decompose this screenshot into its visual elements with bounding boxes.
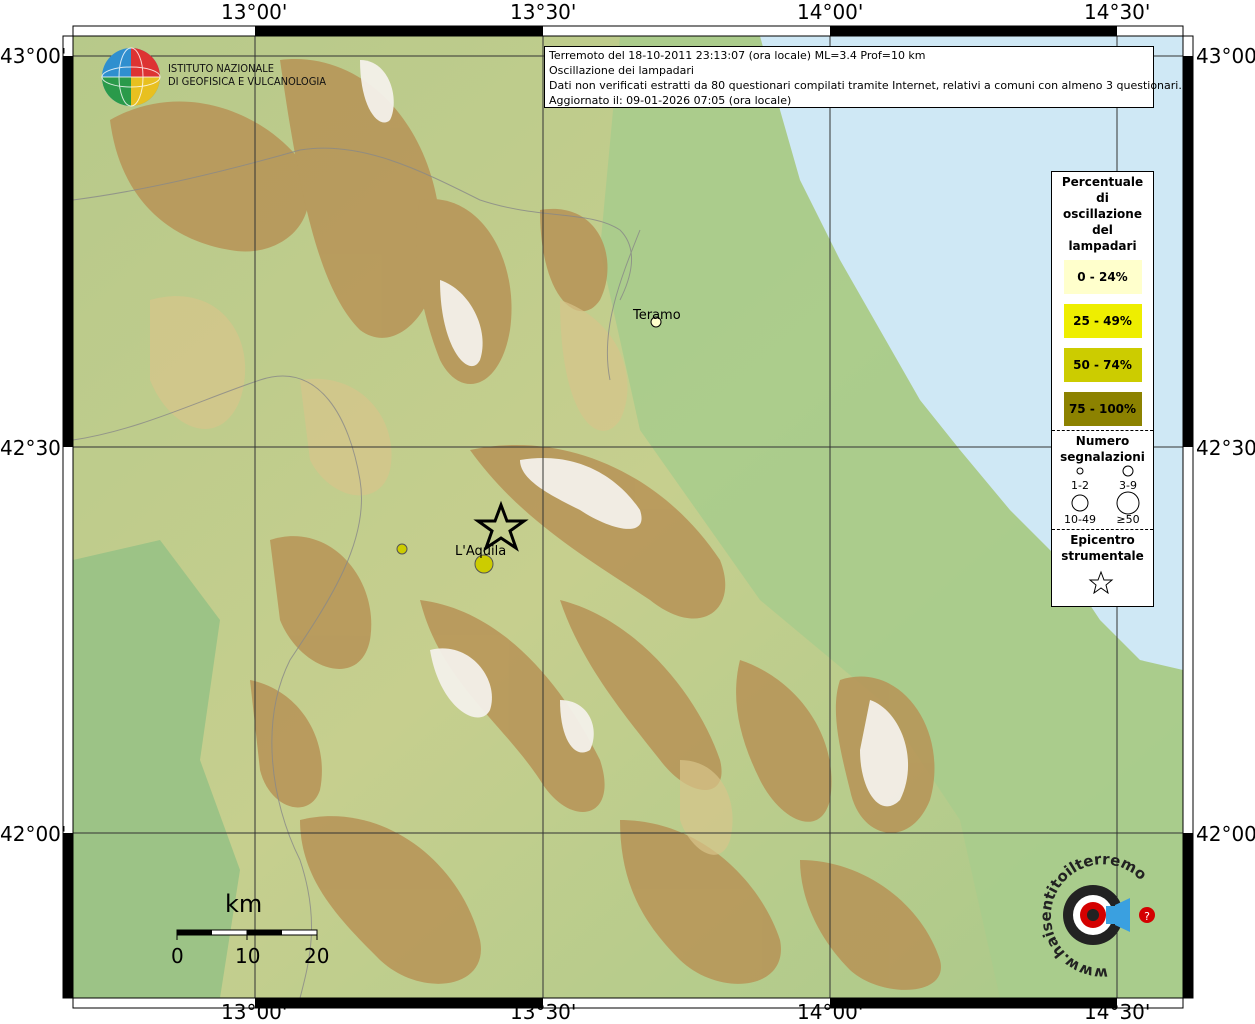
top-lon-label-4: 14°30' [1084,0,1151,24]
legend-class-25-49: 25 - 49% [1063,304,1142,338]
legend-title: Percentuale di oscillazione del lampadar… [1052,172,1153,254]
legend-count-10-49: 10-49 [1064,513,1096,526]
legend-class-75-100: 75 - 100% [1063,392,1142,426]
legend-count-title-line: segnalazioni [1060,450,1145,464]
legend-epicenter-title: Epicentro strumentale [1052,530,1153,564]
right-lat-label-3: 42°00' [1196,822,1255,846]
institute-line-2: DI GEOFISICA E VULCANOLOGIA [168,75,327,88]
institute-name: ISTITUTO NAZIONALE DI GEOFISICA E VULCAN… [168,62,326,88]
left-lat-label-1: 43°00' [0,44,67,68]
right-lat-label-1: 43°00' [1196,44,1255,68]
legend-class-0-24: 0 - 24% [1063,260,1142,294]
scale-tick-0: 0 [171,944,184,968]
legend-circle-50 [1116,491,1140,515]
legend-epicenter-line: Epicentro [1070,533,1135,547]
top-lon-label-1: 13°00' [221,0,288,24]
scale-tick-10: 10 [235,944,261,968]
bottom-lon-label-4: 14°30' [1084,1000,1151,1024]
legend-title-line: del [1092,223,1113,237]
legend-count-3-9: 3-9 [1119,479,1137,492]
report-marker-west [396,543,408,555]
scale-unit: km [225,890,263,918]
city-label-laquila: L'Aquila [455,544,507,559]
bottom-lon-label-1: 13°00' [221,1000,288,1024]
event-title: Terremoto del 18-10-2011 23:13:07 (ora l… [549,49,926,62]
legend-count-50: ≥50 [1116,513,1140,526]
legend-count-title: Numero segnalazioni [1052,431,1153,465]
legend-circle-10-49 [1071,494,1089,512]
svg-text:?: ? [1144,910,1150,923]
event-data-note: Dati non verificati estratti da 80 quest… [549,79,1182,92]
left-lat-label-2: 42°30' [0,436,67,460]
institute-line-1: ISTITUTO NAZIONALE [168,62,275,75]
legend-title-line: oscillazione [1063,207,1142,221]
event-info-box: Terremoto del 18-10-2011 23:13:07 (ora l… [544,46,1182,108]
top-lon-label-3: 14°00' [797,0,864,24]
bottom-lon-label-3: 14°00' [797,1000,864,1024]
ingv-logo-icon [101,47,161,107]
right-lat-label-2: 42°30' [1196,436,1255,460]
event-subtitle: Oscillazione dei lampadari [549,64,694,77]
legend-count-title-line: Numero [1075,434,1130,448]
legend-circle-1-2 [1076,467,1084,475]
legend-title-line: di [1096,191,1109,205]
legend-count-symbols: 1-2 3-9 10-49 ≥50 [1052,465,1153,529]
legend-star-icon [1088,570,1114,595]
legend-count-1-2: 1-2 [1071,479,1089,492]
left-lat-label-3: 42°00' [0,822,67,846]
legend-panel: Percentuale di oscillazione del lampadar… [1051,171,1154,607]
bottom-lon-label-2: 13°30' [510,1000,577,1024]
legend-title-line: lampadari [1068,239,1137,253]
event-updated: Aggiornato il: 09-01-2026 07:05 (ora loc… [549,94,792,107]
legend-class-50-74: 50 - 74% [1063,348,1142,382]
legend-title-line: Percentuale [1061,175,1144,189]
legend-epicenter-line: strumentale [1061,549,1144,563]
top-lon-label-2: 13°30' [510,0,577,24]
legend-circle-3-9 [1122,465,1134,477]
relief-map [73,36,1183,998]
city-label-teramo: Teramo [633,308,681,323]
scale-tick-20: 20 [304,944,330,968]
